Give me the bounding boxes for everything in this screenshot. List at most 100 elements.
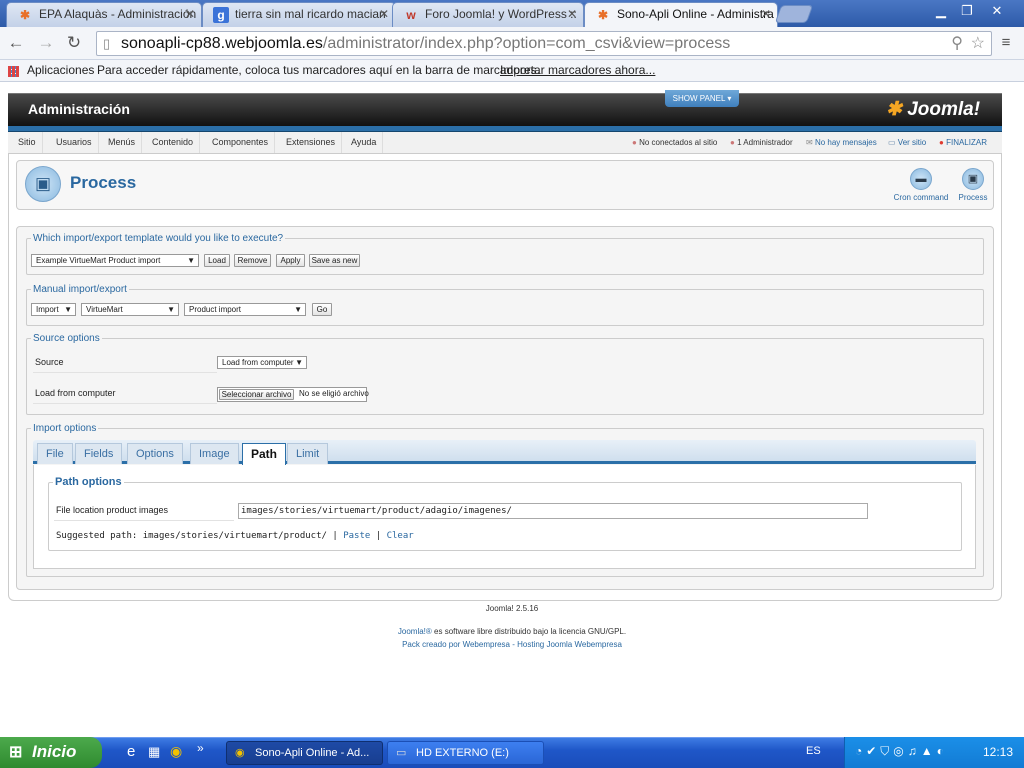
admin-title: Administración [28,101,130,117]
action-select-value: Import [36,305,59,314]
process-button[interactable]: ▣ Process [956,168,990,202]
ie-icon[interactable]: e [127,743,135,760]
start-button[interactable]: ⊞ Inicio [0,737,102,768]
page-icon: ▯ [103,36,111,51]
reload-icon[interactable]: ↻ [64,33,84,53]
paste-link[interactable]: Paste [343,531,370,541]
page-title: Process [70,173,137,192]
tab-limit[interactable]: Limit [287,443,329,464]
choose-file-button[interactable]: Seleccionar archivo [219,389,294,400]
browser-tab-2[interactable]: g tierra sin mal ricardo macian ✕ [202,2,396,27]
file-location-label: File location product images [56,505,169,515]
apps-link[interactable]: Aplicaciones [27,60,94,81]
view-site-text: Ver sitio [897,138,927,147]
source-legend: Source options [33,333,100,344]
drive-icon: ▭ [396,747,407,759]
menu-ayuda[interactable]: Ayuda [345,132,384,153]
apps-icon [8,66,19,77]
logo-text: Joomla! [907,99,981,120]
menu-extensiones[interactable]: Extensiones [280,132,343,153]
save-as-new-button[interactable]: Save as new [309,254,360,267]
star-icon[interactable]: ☆ [971,32,985,55]
file-status: No se eligió archivo [299,389,369,398]
close-icon[interactable]: ✕ [185,7,195,21]
joomla-link[interactable]: Joomla!® [398,627,432,636]
view-site-link[interactable]: ▭ Ver sitio [888,132,926,153]
license-line: Joomla!® es software libre distribuido b… [0,627,1024,636]
file-location-input[interactable]: images/stories/virtuemart/product/adagio… [238,503,868,519]
close-icon[interactable]: ✕ [761,7,771,21]
browser-tab-4[interactable]: ✱ Sono-Apli Online - Administra ✕ [584,2,778,28]
language-indicator[interactable]: ES [806,745,821,757]
load-button[interactable]: Load [204,254,230,267]
restore-button[interactable]: ❐ [954,2,980,20]
component-select[interactable]: VirtueMart ▼ [81,303,179,316]
search-icon[interactable]: ⚲ [951,32,963,55]
new-tab-button[interactable] [774,5,814,23]
menu-componentes[interactable]: Componentes [206,132,276,153]
tab-path[interactable]: Path [242,443,287,465]
close-icon[interactable]: ✕ [567,7,577,21]
tab-title: tierra sin mal ricardo macian [235,7,386,21]
logout-link[interactable]: ● FINALIZAR [939,132,987,153]
chevron-down-icon: ▼ [167,305,175,314]
chrome-icon: ◉ [235,747,245,759]
action-select[interactable]: Import ▼ [31,303,76,316]
row-divider [54,520,234,521]
remove-button[interactable]: Remove [234,254,271,267]
tab-options[interactable]: Options [127,443,183,464]
chevron-down-icon: ▼ [187,256,195,265]
minimize-button[interactable]: ▁ [928,2,954,20]
monitor-icon: ▭ [888,138,896,147]
show-panel-button[interactable]: SHOW PANEL ▾ [665,90,739,107]
menu-sitio[interactable]: Sitio [12,132,43,153]
messages-link[interactable]: ✉ No hay mensajes [806,132,877,153]
template-select[interactable]: Example VirtueMart Product import ▼ [31,254,199,267]
operation-select[interactable]: Product import ▼ [184,303,306,316]
template-select-value: Example VirtueMart Product import [36,256,161,265]
address-bar[interactable]: ▯ sonoapli-cp88.webjoomla.es/administrat… [96,31,992,56]
menu-usuarios[interactable]: Usuarios [50,132,99,153]
credits-link[interactable]: Pack creado por Webempresa - Hosting Joo… [0,640,1024,649]
explorer-icon[interactable]: ▦ [148,744,160,760]
back-icon[interactable]: ← [6,33,26,53]
file-input[interactable]: Seleccionar archivo No se eligió archivo [217,387,369,402]
taskbar-item-browser[interactable]: ◉ Sono-Apli Online - Ad... [226,741,383,765]
more-icon[interactable]: » [197,741,204,755]
close-icon[interactable]: ✕ [379,7,389,21]
import-bookmarks-link[interactable]: Importar marcadores ahora... [500,60,655,81]
admin-footer: Joomla! 2.5.16 Joomla!® es software libr… [0,604,1024,649]
apply-button[interactable]: Apply [276,254,305,267]
go-button[interactable]: Go [312,303,332,316]
menu-contenido[interactable]: Contenido [146,132,201,153]
start-label: Inicio [32,742,77,761]
import-options-legend: Import options [33,423,97,434]
tab-fields[interactable]: Fields [75,443,123,464]
tab-image[interactable]: Image [190,443,239,464]
browser-tab-3[interactable]: w Foro Joomla! y WordPress :: ✕ [392,2,584,27]
joomla-icon: ✱ [597,8,609,22]
admin-user-icon: ● [730,138,735,147]
menu-menus[interactable]: Menús [102,132,143,153]
menu-icon[interactable]: ≡ [996,33,1016,53]
admin-header: Administración [8,93,1002,126]
windows-flag-icon: ⊞ [9,744,23,761]
cron-command-button[interactable]: ▬ Cron command [893,168,949,202]
forward-icon[interactable]: → [36,33,56,53]
file-label: Load from computer [35,388,116,398]
browser-tab-1[interactable]: ✱ EPA Alaquàs - Administración ✕ [6,2,202,27]
process-page-icon: ▣ [25,166,61,202]
manual-legend: Manual import/export [33,284,127,295]
admins-status: ● 1 Administrador [730,132,793,153]
taskbar-item-drive[interactable]: ▭ HD EXTERNO (E:) [387,741,544,765]
forum-icon: w [406,8,416,22]
visitors-status: ● No conectados al sitio [632,132,717,153]
source-select[interactable]: Load from computer ▼ [217,356,307,369]
chrome-icon[interactable]: ◉ [170,743,182,760]
tray-icons[interactable]: ◔✔⛉◎♫▲◐ [855,744,948,759]
clear-link[interactable]: Clear [387,531,414,541]
row-divider [33,372,217,373]
tab-file[interactable]: File [37,443,73,464]
close-window-button[interactable]: ✕ [984,2,1010,20]
messages-text: No hay mensajes [814,138,877,147]
